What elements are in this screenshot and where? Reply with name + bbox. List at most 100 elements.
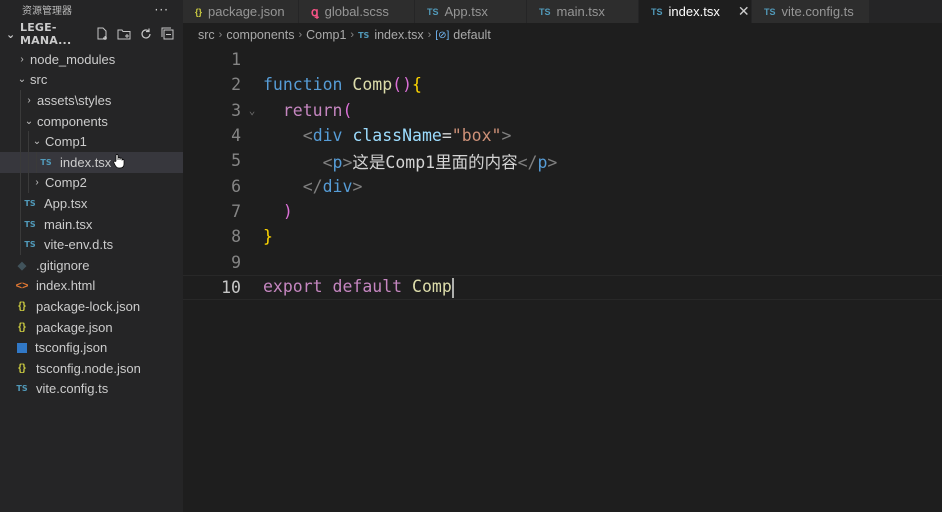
tab-vite-config[interactable]: TS vite.config.ts [752,0,870,23]
typescript-icon: TS [24,198,36,208]
brace: } [263,227,273,247]
tree-item-vite-env[interactable]: TS vite-env.d.ts [0,234,183,255]
chevron-right-icon: › [35,177,39,189]
code-line[interactable]: 9 [183,249,942,274]
tree-item-label: index.tsx [60,154,112,170]
code-line[interactable]: 4 <div className="box"> [183,123,942,148]
tree-item-vite-config[interactable]: TS vite.config.ts [0,379,183,400]
breadcrumb-symbol[interactable]: default [453,28,491,42]
code-line[interactable]: 7 ) [183,199,942,224]
chevron-down-icon[interactable]: ⌄ [6,28,20,41]
tree-item-label: package.json [36,319,113,335]
tree-item-package-json[interactable]: {} package.json [0,317,183,338]
tree-item-label: Comp1 [45,134,87,150]
typescript-icon: TS [427,6,439,17]
tree-item-tsconfig-node[interactable]: {} tsconfig.node.json [0,358,183,379]
line-number: 1 [231,50,241,70]
json-icon: {} [18,321,26,333]
tree-item-src[interactable]: ⌄ src [0,70,183,91]
code-line[interactable]: 6 </div> [183,173,942,198]
tab-label: main.tsx [556,4,605,19]
tree-item-label: package-lock.json [36,298,141,314]
tree-item-components[interactable]: ⌄ components [0,110,183,132]
breadcrumb-comp1[interactable]: Comp1 [306,28,346,42]
tree-item-package-lock[interactable]: {} package-lock.json [0,296,183,317]
tab-label: global.scss [324,4,389,19]
code-content: <div className="box"> [302,126,512,146]
tab-main-tsx[interactable]: TS main.tsx [527,0,639,23]
tab-label: App.tsx [444,4,488,19]
typescript-icon: TS [40,157,52,167]
keyword: default [332,277,403,297]
breadcrumb-components[interactable]: components [226,28,294,42]
chevron-right-icon: › [27,94,31,106]
tree-item-label: vite.config.ts [36,381,109,397]
html-icon: <> [15,279,29,292]
new-folder-icon[interactable] [115,25,133,43]
keyword: export [263,277,323,297]
code-content: </div> [302,176,363,196]
explorer-title-bar: 资源管理器 ··· [0,0,183,19]
paren: () [392,75,413,95]
more-actions-icon[interactable]: ··· [155,3,169,17]
tree-item-assets-styles[interactable]: › assets\styles [0,90,183,111]
tree-item-gitignore[interactable]: ◆ .gitignore [0,255,183,276]
chevron-down-icon: ⌄ [32,136,42,148]
code-content: ) [263,202,293,221]
keyword: return [282,100,343,120]
line-number: 6 [231,176,241,196]
tsconfig-icon [17,342,27,353]
typescript-icon: TS [358,30,370,40]
typescript-icon: TS [539,6,551,17]
code-content: export default Comp [263,277,454,298]
tab-index-tsx[interactable]: TS index.tsx ✕ [639,0,752,23]
close-icon[interactable]: ✕ [738,3,750,20]
jsx-text: 这是Comp1里面的内容 [352,152,518,172]
chevron-right-icon: › [298,29,303,41]
paren: ) [282,201,293,221]
symbol-variable-icon: [⊘] [435,29,450,41]
json-icon: {} [18,362,26,374]
line-number: 8 [231,227,241,247]
text-cursor [451,277,454,298]
refresh-icon[interactable] [137,25,155,43]
code-line[interactable]: 1 [183,47,942,72]
typescript-icon: TS [651,6,663,17]
code-content: function Comp(){ [263,75,422,94]
tree-item-node-modules[interactable]: › node_modules [0,49,183,70]
git-icon: ◆ [17,259,27,272]
chevron-right-icon: › [427,29,432,41]
fold-chevron-icon[interactable]: ⌄ [241,104,263,117]
tree-item-tsconfig[interactable]: tsconfig.json [0,337,183,358]
code-content: } [263,227,273,246]
tree-item-comp2[interactable]: › Comp2 [0,172,183,194]
project-header[interactable]: ⌄ LEGE-MANA... [0,19,183,49]
breadcrumb-src[interactable]: src [198,28,215,42]
code-line[interactable]: 2 function Comp(){ [183,72,942,97]
tree-item-index-html[interactable]: <> index.html [0,276,183,297]
code-line[interactable]: 5 <p>这是Comp1里面的内容</p> [183,148,942,173]
sass-icon: ꝗ [311,4,319,19]
tab-package-json[interactable]: {} package.json [183,0,299,23]
code-line[interactable]: 3 ⌄ return( [183,98,942,123]
string-literal: "box" [451,126,502,146]
tree-item-main-tsx[interactable]: TS main.tsx [0,213,183,235]
tab-global-scss[interactable]: ꝗ global.scss [299,0,415,23]
code-line[interactable]: 8 } [183,224,942,249]
tree-item-label: tsconfig.node.json [36,360,141,376]
breadcrumb-file[interactable]: index.tsx [374,28,423,42]
code-editor[interactable]: 1 2 function Comp(){ 3 ⌄ return( 4 <div … [183,47,942,512]
tree-item-app-tsx[interactable]: TS App.tsx [0,193,183,214]
code-line-current[interactable]: 10 export default Comp [183,274,942,300]
collapse-all-icon[interactable] [159,25,177,43]
new-file-icon[interactable] [93,25,111,43]
chevron-down-icon: ⌄ [17,74,27,86]
tree-item-index-tsx[interactable]: TS index.tsx [0,151,183,173]
tree-item-label: .gitignore [36,257,90,273]
tree-item-label: components [37,113,108,129]
tab-app-tsx[interactable]: TS App.tsx [415,0,527,23]
paren: ( [342,100,353,120]
json-icon: {} [195,6,203,17]
identifier: Comp [412,277,452,297]
tree-item-comp1[interactable]: ⌄ Comp1 [0,131,183,152]
